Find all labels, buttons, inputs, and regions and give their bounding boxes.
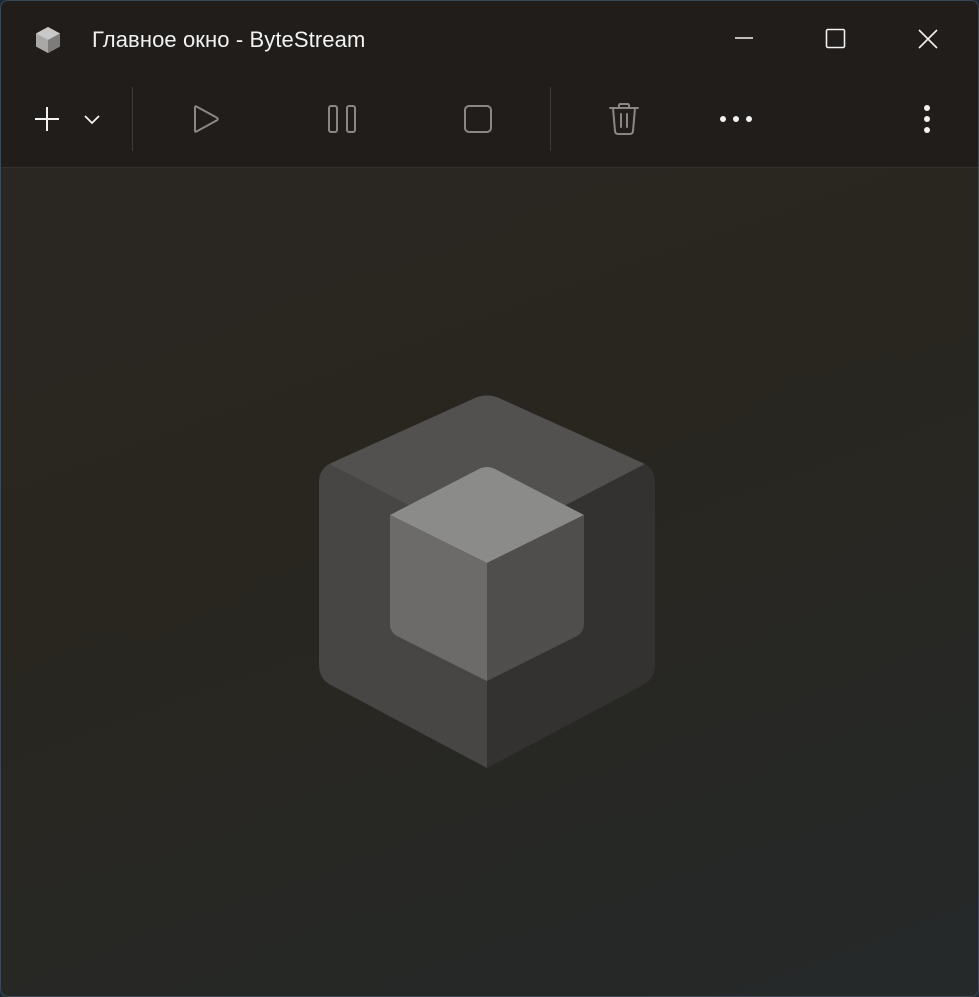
maximize-button[interactable] — [791, 1, 881, 77]
window-title: Главное окно - ByteStream — [92, 27, 366, 52]
maximize-icon — [825, 28, 846, 49]
stop-button[interactable] — [453, 95, 503, 143]
toolbar-separator — [132, 87, 133, 151]
plus-icon — [35, 107, 59, 131]
pause-icon — [328, 105, 356, 133]
close-button[interactable] — [883, 1, 973, 77]
more-vertical-icon — [924, 105, 930, 133]
trash-icon — [609, 103, 639, 135]
play-button[interactable] — [181, 95, 231, 143]
main-window: Главное окно - ByteStream — [0, 0, 979, 997]
overflow-menu-button[interactable] — [905, 95, 949, 143]
chevron-down-icon — [84, 115, 100, 125]
play-icon — [194, 105, 219, 133]
command-bar — [1, 81, 978, 168]
more-button[interactable] — [711, 95, 761, 143]
title-bar[interactable]: Главное окно - ByteStream — [1, 1, 978, 81]
toolbar-separator — [550, 87, 551, 151]
delete-button[interactable] — [599, 95, 649, 143]
add-button[interactable] — [23, 95, 71, 143]
app-cube-icon — [32, 24, 64, 56]
pause-button[interactable] — [317, 95, 367, 143]
cube-logo-icon — [317, 394, 657, 768]
minimize-button[interactable] — [699, 1, 789, 77]
stop-icon — [464, 105, 492, 133]
more-horizontal-icon — [720, 116, 752, 122]
add-dropdown-button[interactable] — [75, 103, 109, 135]
close-icon — [918, 29, 938, 49]
main-content-area — [1, 168, 978, 996]
minimize-icon — [735, 37, 753, 39]
